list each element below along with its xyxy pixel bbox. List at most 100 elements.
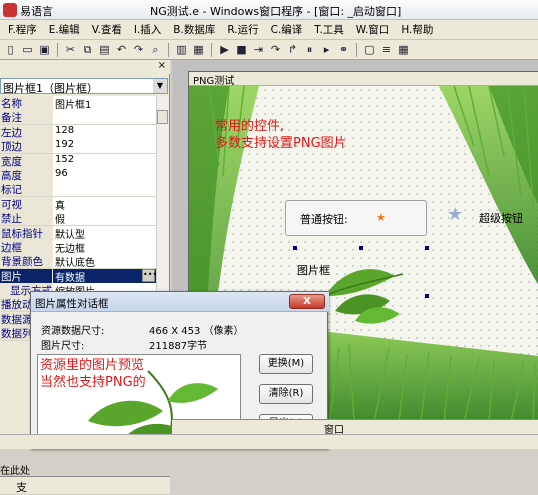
ellipsis-button[interactable]: ••• bbox=[142, 268, 157, 282]
property-value[interactable]: 96 bbox=[53, 167, 156, 182]
step-out-icon[interactable]: ↱ bbox=[285, 42, 300, 57]
property-row[interactable]: 可视真 bbox=[0, 196, 156, 212]
menu-compile[interactable]: C.编译 bbox=[265, 22, 309, 37]
layout-icon[interactable]: ▥ bbox=[174, 42, 189, 57]
property-name: 顶边 bbox=[0, 139, 52, 154]
property-value[interactable]: 默认型 bbox=[53, 225, 156, 240]
property-row[interactable]: 背景颜色 默认底色 bbox=[0, 254, 156, 269]
property-name: 左边 bbox=[0, 124, 52, 139]
pause-icon[interactable]: ⏸ bbox=[302, 42, 317, 57]
property-row[interactable]: 顶边 192 bbox=[0, 139, 156, 154]
menu-run[interactable]: R.运行 bbox=[221, 22, 264, 37]
find-icon[interactable]: ⌕ bbox=[148, 42, 163, 57]
resource-size-value: 466 X 453 （像素） bbox=[149, 326, 244, 337]
property-value[interactable]: 真 bbox=[53, 196, 156, 211]
close-icon[interactable]: × bbox=[158, 60, 166, 71]
star-outline-icon[interactable]: ★ bbox=[447, 206, 463, 224]
menu-database[interactable]: B.数据库 bbox=[167, 22, 221, 37]
property-row[interactable]: 禁止假 bbox=[0, 211, 156, 226]
clear-button[interactable]: 清除(R) bbox=[259, 384, 313, 404]
app-title: 易语言 bbox=[20, 5, 53, 18]
save-icon[interactable]: ▣ bbox=[37, 42, 52, 57]
resource-size-label: 资源数据尺寸: bbox=[41, 326, 105, 337]
preview-caption: 资源里的图片预览 当然也支持PNG的 bbox=[40, 357, 146, 391]
cut-icon[interactable]: ✂ bbox=[63, 42, 78, 57]
property-name: 边框 bbox=[0, 239, 52, 254]
form-title: PNG测试 bbox=[193, 76, 235, 87]
property-row[interactable]: 鼠标指针 默认型 bbox=[0, 225, 156, 240]
binoculars-icon[interactable]: ⚭ bbox=[336, 42, 351, 57]
property-row[interactable]: 宽度 152 bbox=[0, 153, 156, 168]
dialog-close-button[interactable]: X bbox=[289, 294, 325, 309]
property-row[interactable]: 边框 无边框 bbox=[0, 239, 156, 255]
property-value[interactable]: 有数据 bbox=[53, 268, 156, 283]
menu-help[interactable]: H.帮助 bbox=[395, 22, 439, 37]
property-value[interactable] bbox=[53, 182, 156, 197]
grid-icon[interactable]: ▦ bbox=[396, 42, 411, 57]
property-row[interactable]: 名称 图片框1 bbox=[0, 96, 156, 111]
title-bar: 易语言 NG测试.e - Windows窗口程序 - [窗口: _启动窗口] bbox=[0, 0, 538, 20]
form-title-bar: PNG测试 bbox=[189, 72, 538, 87]
property-value[interactable]: 128 bbox=[53, 124, 156, 139]
property-value[interactable]: 假 bbox=[53, 211, 156, 226]
preview-line-2: 当然也支持PNG的 bbox=[40, 375, 146, 390]
stop-icon[interactable]: ■ bbox=[234, 42, 249, 57]
component-selector[interactable]: 图片框1（图片框） ▼ bbox=[0, 78, 168, 95]
menu-window[interactable]: W.窗口 bbox=[350, 22, 396, 37]
property-name: 可视 bbox=[0, 196, 52, 211]
open-folder-icon[interactable]: ▭ bbox=[20, 42, 35, 57]
toolbar-separator bbox=[356, 42, 357, 57]
redo-icon[interactable]: ↷ bbox=[131, 42, 146, 57]
property-row[interactable]: 高度 96 bbox=[0, 167, 156, 183]
menu-bar: F.程序 E.编辑 V.查看 I.插入 B.数据库 R.运行 C.编译 T.工具… bbox=[0, 20, 538, 40]
panel-header: × bbox=[0, 60, 170, 74]
copy-icon[interactable]: ⧉ bbox=[80, 42, 95, 57]
property-value[interactable]: 默认底色 bbox=[53, 254, 156, 269]
resize-handle[interactable] bbox=[293, 246, 297, 250]
normal-button[interactable]: 普通按钮: ★ bbox=[285, 200, 427, 236]
align-icon[interactable]: ≡ bbox=[379, 42, 394, 57]
property-row[interactable]: 备注 bbox=[0, 110, 156, 125]
preview-line-1: 资源里的图片预览 bbox=[40, 358, 145, 373]
step-over-icon[interactable]: ↷ bbox=[268, 42, 283, 57]
menu-edit[interactable]: E.编辑 bbox=[43, 22, 86, 37]
property-name: 名称 bbox=[0, 96, 52, 110]
window-icon[interactable]: ▢ bbox=[362, 42, 377, 57]
property-value[interactable]: 152 bbox=[53, 153, 156, 168]
tab-label: 支 bbox=[16, 481, 27, 494]
run-icon[interactable]: ▶ bbox=[217, 42, 232, 57]
zoom-icon[interactable]: ▸ bbox=[319, 42, 334, 57]
property-value[interactable]: 图片框1 bbox=[53, 96, 156, 110]
property-value[interactable]: 无边框 bbox=[53, 239, 156, 254]
chevron-down-icon[interactable]: ▼ bbox=[153, 79, 167, 93]
property-row-selected[interactable]: 图片 有数据 ••• bbox=[0, 268, 157, 284]
window-title: NG测试.e - Windows窗口程序 - [窗口: _启动窗口] bbox=[150, 5, 402, 18]
paste-icon[interactable]: ▤ bbox=[97, 42, 112, 57]
menu-tools[interactable]: T.工具 bbox=[308, 22, 350, 37]
panel-bottom-tab[interactable]: 支 bbox=[0, 476, 170, 494]
super-button-label[interactable]: 超级按钮 bbox=[479, 210, 523, 226]
property-value[interactable] bbox=[53, 110, 156, 125]
menu-program[interactable]: F.程序 bbox=[2, 22, 43, 37]
resize-handle[interactable] bbox=[359, 246, 363, 250]
picture-size-label: 图片尺寸: bbox=[41, 341, 85, 352]
new-file-icon[interactable]: ▯ bbox=[3, 42, 18, 57]
property-value[interactable]: 192 bbox=[53, 139, 156, 154]
leaf-picture bbox=[319, 269, 404, 324]
undo-icon[interactable]: ↶ bbox=[114, 42, 129, 57]
picture-size-value: 211887字节 bbox=[149, 341, 208, 352]
property-row[interactable]: 标记 bbox=[0, 182, 156, 197]
toolbar-separator bbox=[211, 42, 212, 57]
menu-insert[interactable]: I.插入 bbox=[128, 22, 167, 37]
menu-view[interactable]: V.查看 bbox=[86, 22, 128, 37]
layout2-icon[interactable]: ▦ bbox=[191, 42, 206, 57]
resize-handle[interactable] bbox=[425, 246, 429, 250]
form-caption: 常用的控件, 多数支持设置PNG图片 bbox=[215, 118, 347, 152]
property-row[interactable]: 左边 128 bbox=[0, 124, 156, 140]
caption-line-1: 常用的控件, bbox=[215, 119, 285, 134]
replace-button[interactable]: 更换(M) bbox=[259, 354, 313, 374]
scroll-thumb[interactable] bbox=[157, 110, 168, 124]
step-icon[interactable]: ⇥ bbox=[251, 42, 266, 57]
resize-handle[interactable] bbox=[425, 294, 429, 298]
property-name: 背景颜色 bbox=[0, 254, 52, 269]
